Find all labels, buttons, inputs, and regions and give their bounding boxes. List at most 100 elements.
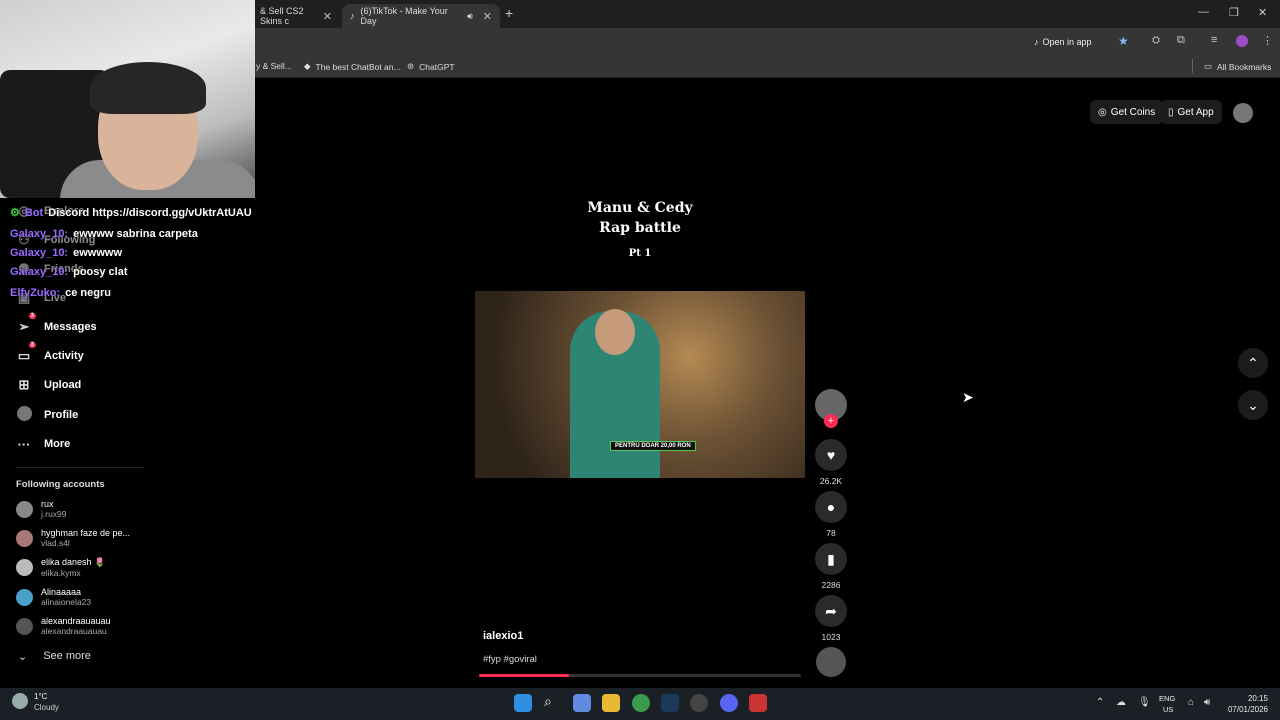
steam-icon[interactable] xyxy=(661,694,679,712)
mouse-cursor-icon: ➤ xyxy=(962,389,974,405)
next-video-button[interactable]: ⌄ xyxy=(1238,390,1268,420)
heart-icon: ♥ xyxy=(815,439,847,471)
sidebar-item-more[interactable]: ··· More xyxy=(16,433,71,455)
tab-cs2-skins[interactable]: & Sell CS2 Skins c ✕ xyxy=(252,4,340,28)
bookmark-item[interactable]: y & Sell... xyxy=(256,61,292,71)
account-item[interactable]: elika danesh 🌷 elika.kymx xyxy=(16,557,105,578)
tab-label: & Sell CS2 Skins c xyxy=(260,6,304,26)
restore-icon[interactable]: ❐ xyxy=(1229,6,1239,19)
extension-icon[interactable]: ⛭ xyxy=(1152,35,1160,46)
folder-icon: ▭ xyxy=(1204,61,1213,71)
sidebar-item-messages[interactable]: ➢ 3 Messages xyxy=(16,313,97,338)
phone-icon: ▯ xyxy=(1168,106,1174,118)
video-person-head xyxy=(595,309,635,355)
close-icon[interactable]: ✕ xyxy=(323,10,332,23)
share-button[interactable]: ➦ 1023 xyxy=(815,595,847,642)
activity-icon: ▭ 3 xyxy=(17,342,36,363)
minimize-icon[interactable]: — xyxy=(1198,6,1209,18)
media-icon[interactable]: ≡ xyxy=(1211,34,1217,46)
get-app-button[interactable]: ▯ Get App xyxy=(1160,100,1222,124)
bookmark-item[interactable]: ◆ The best ChatBot an... xyxy=(304,61,401,72)
obs-icon[interactable] xyxy=(690,694,708,712)
bookmarks-divider xyxy=(1192,59,1193,73)
video-price-label: PENTRU DOAR 20,00 RON xyxy=(610,441,696,451)
profile-icon xyxy=(16,406,32,424)
video-progress-track[interactable] xyxy=(479,674,801,677)
volume-icon[interactable]: 🔊︎ xyxy=(1204,697,1210,708)
open-in-app-button[interactable]: ♪ Open in app xyxy=(1034,33,1092,51)
account-item[interactable]: rux j.rux99 xyxy=(16,499,67,519)
avatar xyxy=(16,530,33,547)
share-icon: ➦ xyxy=(815,595,847,627)
avatar xyxy=(16,559,33,576)
bookmark-item[interactable]: ⊛ ChatGPT xyxy=(407,61,455,72)
get-coins-button[interactable]: ◎ Get Coins xyxy=(1090,100,1164,124)
search-icon[interactable]: ⌕ xyxy=(544,693,552,710)
language-indicator[interactable]: ENG xyxy=(1159,694,1175,703)
previous-video-button[interactable]: ⌃ xyxy=(1238,348,1268,378)
app-shield-icon[interactable] xyxy=(749,694,767,712)
chat-message: ⚙ Bot Discord https://discord.gg/vUktrAt… xyxy=(10,206,252,220)
file-explorer-icon[interactable] xyxy=(602,694,620,712)
discord-icon[interactable] xyxy=(720,694,738,712)
region-indicator[interactable]: US xyxy=(1163,705,1173,714)
clock-time[interactable]: 20:15 xyxy=(1220,694,1268,703)
tiktok-icon: ♪ xyxy=(350,11,355,21)
video-progress-fill xyxy=(479,674,570,677)
tray-chevron-up-icon[interactable]: ⌃ xyxy=(1096,697,1104,708)
speaker-icon[interactable]: 🔊︎ xyxy=(467,11,473,22)
tab-tiktok[interactable]: ♪ (6)TikTok - Make Your Day 🔊︎ ✕ xyxy=(342,4,500,28)
see-more-button[interactable]: ⌄ See more xyxy=(18,650,91,663)
clock-date[interactable]: 07/01/2026 xyxy=(1220,705,1268,714)
chatbot-icon: ◆ xyxy=(304,61,311,71)
chat-message: Galaxy_10: poosy clat xyxy=(10,266,128,278)
sidebar-item-upload[interactable]: ⊞ Upload xyxy=(16,374,82,396)
window-close-icon[interactable]: ✕ xyxy=(1258,6,1267,19)
music-disc-button[interactable] xyxy=(815,647,847,677)
person-hat xyxy=(90,62,206,114)
bookmark-star-icon[interactable]: ★ xyxy=(1118,34,1129,48)
new-tab-icon[interactable]: + xyxy=(505,5,513,21)
copilot-icon[interactable] xyxy=(573,694,591,712)
onedrive-icon[interactable]: ☁ xyxy=(1116,697,1126,708)
avatar xyxy=(16,589,33,606)
windows-start-icon[interactable] xyxy=(514,694,532,712)
hashtags[interactable]: #fyp #goviral xyxy=(483,654,537,665)
user-avatar[interactable] xyxy=(1233,103,1253,123)
chat-message: Galaxy_10: ewwww sabrina carpeta xyxy=(10,228,198,240)
caption-title: Manu & Cedy xyxy=(587,200,693,216)
account-item[interactable]: hyghman faze de pe... vlad.s4l xyxy=(16,528,130,548)
tab-label: (6)TikTok - Make Your Day xyxy=(360,6,448,26)
puzzle-icon[interactable]: ⧉ xyxy=(1177,34,1185,47)
chevron-down-icon: ⌄ xyxy=(1247,396,1259,413)
all-bookmarks-button[interactable]: ▭ All Bookmarks xyxy=(1204,61,1271,72)
browser-menu-icon[interactable]: ⋮ xyxy=(1262,34,1273,47)
upload-icon: ⊞ xyxy=(18,377,30,392)
weather-temp[interactable]: 1°C xyxy=(34,692,47,701)
sidebar-item-activity[interactable]: ▭ 3 Activity xyxy=(16,342,84,367)
weather-desc[interactable]: Cloudy xyxy=(34,703,59,712)
author-avatar-button[interactable]: + xyxy=(815,389,847,428)
video-player[interactable]: PENTRU DOAR 20,00 RON xyxy=(475,291,805,478)
author-name[interactable]: ialexio1 xyxy=(483,630,523,642)
save-button[interactable]: ▮ 2286 xyxy=(815,543,847,590)
caption-part: Pt 1 xyxy=(628,248,652,259)
tiktok-icon: ♪ xyxy=(1034,37,1039,47)
comment-button[interactable]: ● 78 xyxy=(815,491,847,538)
network-icon[interactable]: ⌂ xyxy=(1188,697,1194,708)
microphone-icon[interactable]: 🎙︎ xyxy=(1138,697,1151,708)
follow-plus-icon[interactable]: + xyxy=(824,414,838,428)
chat-message: Galaxy_10: ewwwww xyxy=(10,247,123,259)
avatar xyxy=(16,618,33,635)
account-item[interactable]: Alinaaaaa alinaionela23 xyxy=(16,587,91,607)
like-button[interactable]: ♥ 26.2K xyxy=(815,439,847,486)
profile-avatar-icon[interactable] xyxy=(1236,35,1248,47)
chrome-icon[interactable] xyxy=(632,694,650,712)
account-item[interactable]: alexandraauauau alexandraauauau xyxy=(16,616,111,636)
bookmark-icon: ▮ xyxy=(815,543,847,575)
close-icon[interactable]: ✕ xyxy=(483,10,492,23)
avatar xyxy=(16,501,33,518)
sidebar-item-profile[interactable]: Profile xyxy=(16,404,78,426)
chat-message: ElfyZuko: ce negru xyxy=(10,287,111,299)
following-accounts-title: Following accounts xyxy=(16,479,105,490)
